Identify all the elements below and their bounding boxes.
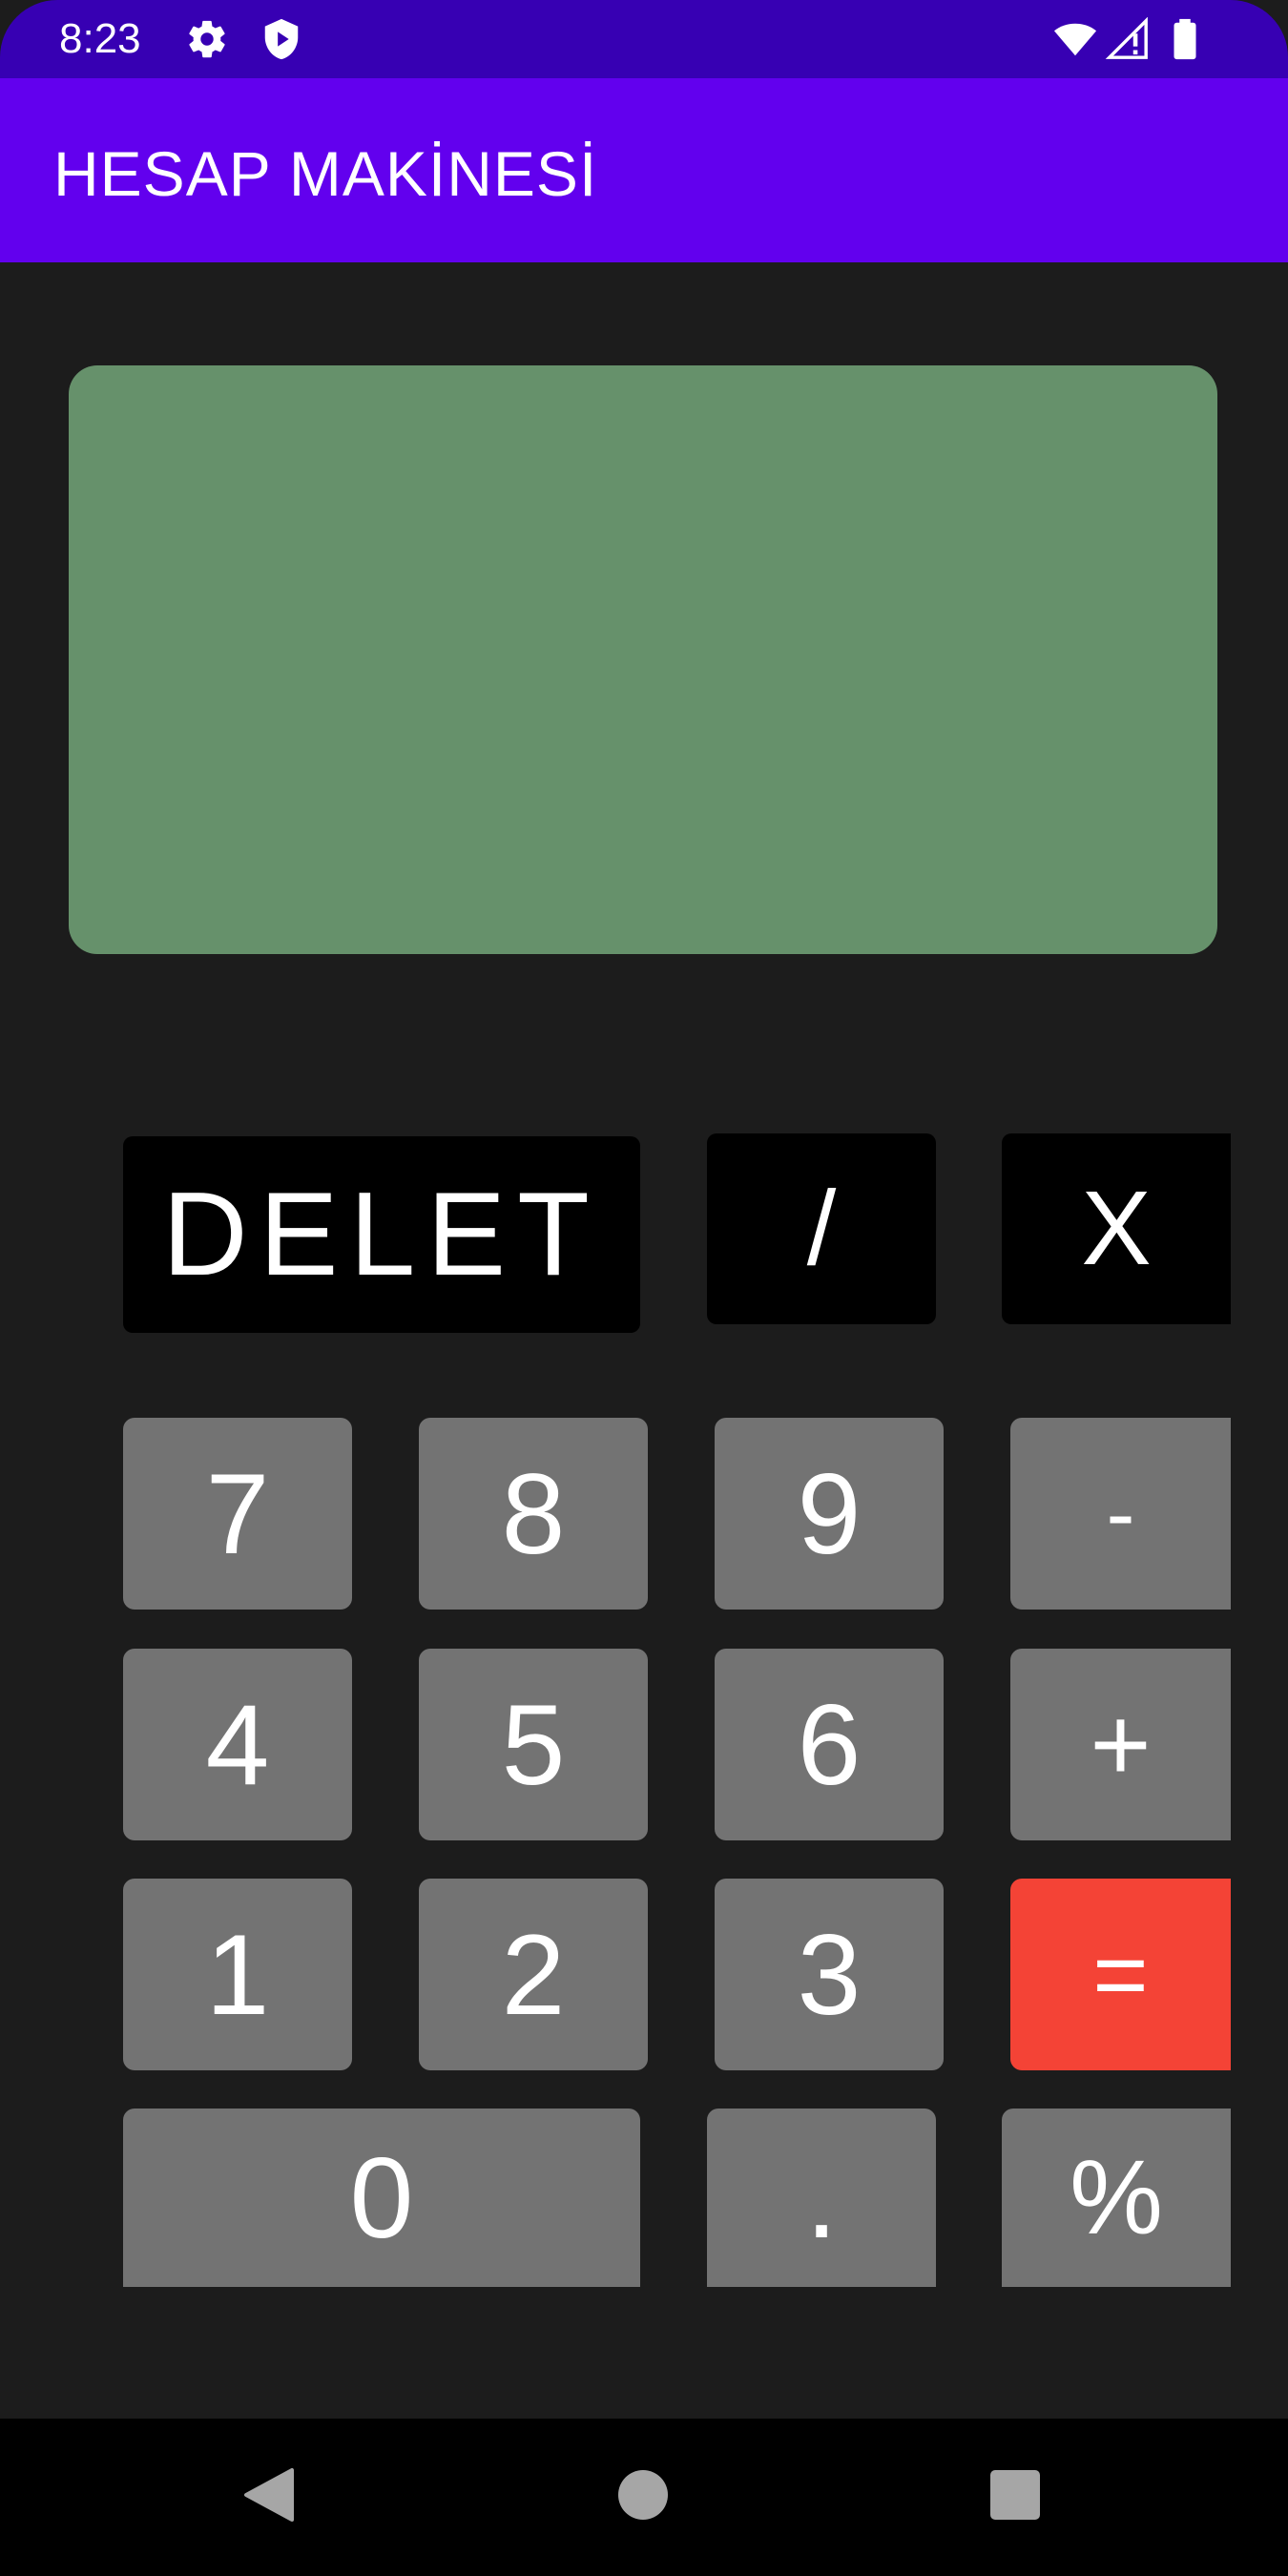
multiply-button[interactable]: X xyxy=(1002,1133,1231,1324)
decimal-point-button[interactable]: . xyxy=(707,2109,936,2287)
recents-icon[interactable] xyxy=(990,2470,1040,2520)
digit-8-button[interactable]: 8 xyxy=(419,1418,648,1610)
status-bar: 8:23 xyxy=(0,0,1288,78)
plus-button[interactable]: + xyxy=(1010,1649,1231,1840)
digit-7-button[interactable]: 7 xyxy=(123,1418,352,1610)
back-icon[interactable] xyxy=(242,2466,296,2524)
navigation-bar xyxy=(0,2419,1288,2576)
home-icon[interactable] xyxy=(616,2468,670,2522)
delete-button[interactable]: DELET xyxy=(123,1136,640,1333)
digit-9-button[interactable]: 9 xyxy=(715,1418,944,1610)
status-time: 8:23 xyxy=(59,15,141,62)
shield-play-icon xyxy=(264,18,299,60)
digit-1-button[interactable]: 1 xyxy=(123,1879,352,2070)
divide-button[interactable]: / xyxy=(707,1133,936,1324)
wifi-icon xyxy=(1053,23,1097,56)
digit-4-button[interactable]: 4 xyxy=(123,1649,352,1840)
minus-button[interactable]: - xyxy=(1010,1418,1231,1610)
digit-0-button[interactable]: 0 xyxy=(123,2109,640,2287)
calculator-display xyxy=(69,365,1217,954)
digit-6-button[interactable]: 6 xyxy=(715,1649,944,1840)
digit-2-button[interactable]: 2 xyxy=(419,1879,648,2070)
app-title: HESAP MAKİNESİ xyxy=(53,138,598,209)
signal-icon xyxy=(1105,17,1148,59)
battery-icon xyxy=(1174,18,1196,60)
equals-button[interactable]: = xyxy=(1010,1879,1231,2070)
percent-button[interactable]: % xyxy=(1002,2109,1231,2287)
calculator-app: 8:23 HESAP MAKİNESİ DELET / X 7 8 9 - 4 … xyxy=(0,0,1288,2576)
digit-5-button[interactable]: 5 xyxy=(419,1649,648,1840)
digit-3-button[interactable]: 3 xyxy=(715,1879,944,2070)
gear-icon xyxy=(189,20,225,58)
app-bar: HESAP MAKİNESİ xyxy=(0,78,1288,262)
